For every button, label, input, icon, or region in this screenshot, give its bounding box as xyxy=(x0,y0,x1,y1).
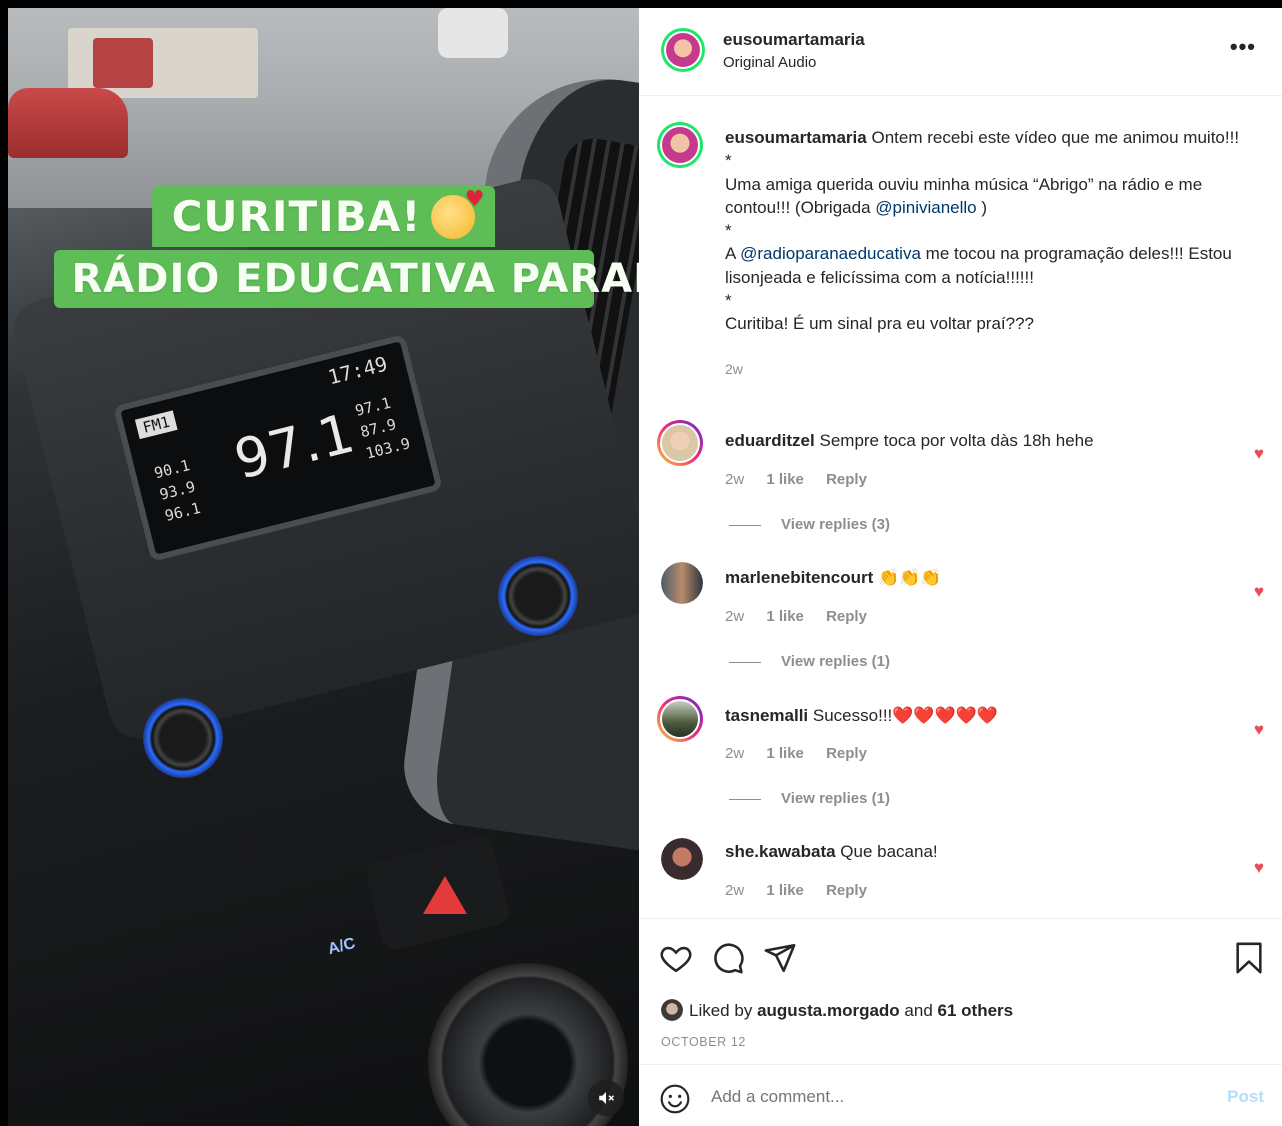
caption-avatar[interactable] xyxy=(657,122,703,168)
white-car-shape xyxy=(438,8,508,58)
app-frame: FM1 17:49 90.1 93.9 96.1 97.1 97.1 87.9 … xyxy=(0,0,1282,1126)
comment-text: she.kawabata Que bacana! xyxy=(725,842,938,862)
share-send-icon[interactable] xyxy=(763,941,797,975)
comment-text: eduarditzel Sempre toca por volta dàs 18… xyxy=(725,431,1094,451)
comment-body: Sucesso!!!❤️❤️❤️❤️❤️ xyxy=(812,706,999,725)
comment-body: 👏👏👏 xyxy=(878,568,942,587)
comment-time[interactable]: 2w xyxy=(725,882,744,899)
comment-body: Sempre toca por volta dàs 18h hehe xyxy=(819,431,1094,450)
avatar[interactable] xyxy=(661,28,705,72)
comment-text: tasnemalli Sucesso!!!❤️❤️❤️❤️❤️ xyxy=(725,706,998,726)
overlay-text-city: CURITIBA! xyxy=(171,192,422,241)
add-comment-bar: Post xyxy=(639,1064,1282,1126)
radio-time: 17:49 xyxy=(325,351,390,390)
caption-paren: ) xyxy=(981,197,988,217)
comment-username[interactable]: marlenebitencourt xyxy=(725,568,873,587)
radio-band: FM1 xyxy=(134,410,178,440)
comment-body: Que bacana! xyxy=(840,842,938,861)
post-caption: eusoumartamaria Ontem recebi este vídeo … xyxy=(725,126,1265,381)
post-actions: Liked by augusta.morgado and 61 others O… xyxy=(639,918,1282,1073)
caption-line-1: Ontem recebi este vídeo que me animou mu… xyxy=(871,128,1240,147)
comment-meta: 2w 1 like Reply xyxy=(725,745,885,762)
overlay-tag-city: CURITIBA! xyxy=(151,186,496,247)
comment-like-heart-icon[interactable]: ♥ xyxy=(1254,858,1264,878)
reply-button[interactable]: Reply xyxy=(826,882,867,899)
commenter-avatar[interactable] xyxy=(657,696,703,742)
caption-username[interactable]: eusoumartamaria xyxy=(725,128,867,147)
emoji-picker-icon[interactable] xyxy=(659,1083,691,1120)
comment-likes[interactable]: 1 like xyxy=(766,745,804,762)
header-audio[interactable]: Original Audio xyxy=(723,54,816,71)
comment-meta: 2w 1 like Reply xyxy=(725,882,885,899)
reply-button[interactable]: Reply xyxy=(826,745,867,762)
red-car-shape xyxy=(8,88,128,158)
radio-preset-left-3: 96.1 xyxy=(163,498,203,526)
smiling-hearts-emoji-icon xyxy=(431,187,485,239)
caption-separator: * xyxy=(725,221,732,241)
likes-and: and xyxy=(904,1001,933,1020)
comment-like-heart-icon[interactable]: ♥ xyxy=(1254,582,1264,602)
comment-like-heart-icon[interactable]: ♥ xyxy=(1254,720,1264,740)
comment-like-heart-icon[interactable]: ♥ xyxy=(1254,444,1264,464)
caption-line-3-start: A xyxy=(725,244,736,264)
view-replies-button[interactable]: View replies (3) xyxy=(729,516,890,533)
comment-likes[interactable]: 1 like xyxy=(766,471,804,488)
power-knob xyxy=(143,698,223,778)
comment-username[interactable]: tasnemalli xyxy=(725,706,808,725)
likes-summary: Liked by augusta.morgado and 61 others xyxy=(661,999,1013,1021)
post-button[interactable]: Post xyxy=(1227,1087,1264,1107)
hazard-triangle-icon xyxy=(423,876,467,914)
mention-link[interactable]: @pinivianello xyxy=(875,198,976,217)
volume-knob xyxy=(498,556,578,636)
likes-others[interactable]: 61 others xyxy=(938,1001,1014,1020)
commenter-avatar[interactable] xyxy=(661,838,703,880)
radio-frequency: 97.1 xyxy=(228,401,361,492)
mention-link[interactable]: @radioparanaeducativa xyxy=(740,244,921,263)
reply-button[interactable]: Reply xyxy=(826,471,867,488)
comment-text: marlenebitencourt 👏👏👏 xyxy=(725,568,942,588)
reply-button[interactable]: Reply xyxy=(826,608,867,625)
comment-time[interactable]: 2w xyxy=(725,608,744,625)
comment-username[interactable]: she.kawabata xyxy=(725,842,836,861)
post-header: eusoumartamaria Original Audio ••• xyxy=(639,8,1282,96)
caption-time[interactable]: 2w xyxy=(725,358,1265,381)
commenter-avatar[interactable] xyxy=(661,562,703,604)
liker-avatar[interactable] xyxy=(661,999,683,1021)
caption-separator: * xyxy=(725,291,732,311)
post-date[interactable]: OCTOBER 12 xyxy=(661,1035,746,1049)
commenter-avatar[interactable] xyxy=(657,420,703,466)
like-heart-icon[interactable] xyxy=(659,941,693,975)
comment-likes[interactable]: 1 like xyxy=(766,882,804,899)
comment-username[interactable]: eduarditzel xyxy=(725,431,815,450)
comment-time[interactable]: 2w xyxy=(725,471,744,488)
speaker-muted-icon[interactable] xyxy=(588,1080,624,1116)
bookmark-icon[interactable] xyxy=(1232,941,1266,975)
view-replies-button[interactable]: View replies (1) xyxy=(729,653,890,670)
post-sidebar: eusoumartamaria Original Audio ••• eusou… xyxy=(639,8,1282,1126)
caption-separator: * xyxy=(725,151,732,171)
more-options-icon[interactable]: ••• xyxy=(1230,34,1256,60)
truck-cab-shape xyxy=(93,38,153,88)
comment-meta: 2w 1 like Reply xyxy=(725,471,885,488)
ac-label: A/C xyxy=(326,934,358,959)
view-replies-button[interactable]: View replies (1) xyxy=(729,790,890,807)
comment-meta: 2w 1 like Reply xyxy=(725,608,885,625)
comment-time[interactable]: 2w xyxy=(725,745,744,762)
comment-likes[interactable]: 1 like xyxy=(766,608,804,625)
likes-prefix: Liked by xyxy=(689,1001,753,1020)
caption-line-4: Curitiba! É um sinal pra eu voltar praí?… xyxy=(725,314,1034,334)
post-video[interactable]: FM1 17:49 90.1 93.9 96.1 97.1 97.1 87.9 … xyxy=(8,8,639,1126)
overlay-tag-station: RÁDIO EDUCATIVA PARANÁ xyxy=(53,250,639,308)
comment-bubble-icon[interactable] xyxy=(711,941,745,975)
comment-input[interactable] xyxy=(711,1087,1151,1107)
header-username[interactable]: eusoumartamaria xyxy=(723,30,865,50)
liker-username[interactable]: augusta.morgado xyxy=(757,1001,900,1020)
